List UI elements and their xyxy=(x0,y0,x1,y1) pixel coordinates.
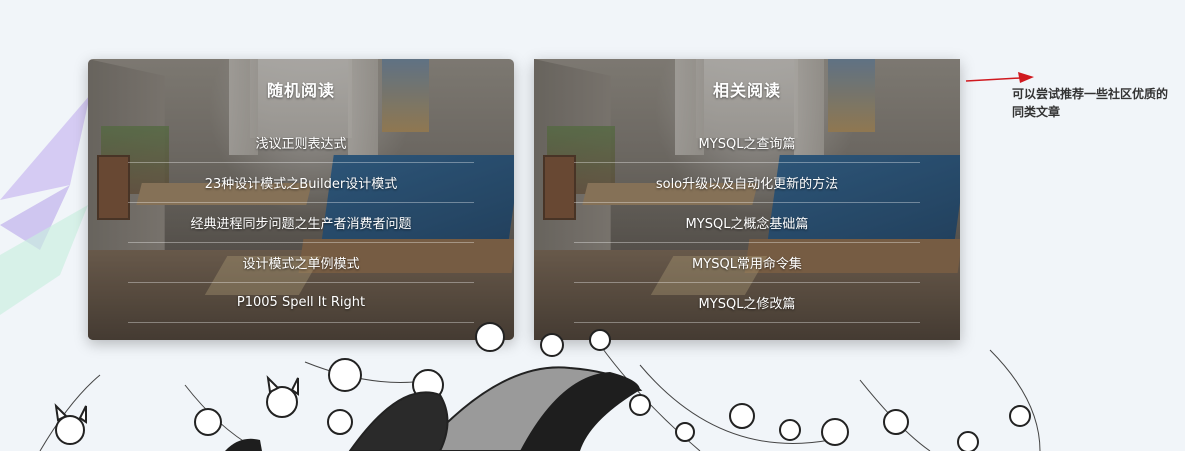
related-reading-link-3[interactable]: MYSQL之概念基础篇 xyxy=(574,203,920,243)
related-reading-list: MYSQL之查询篇 solo升级以及自动化更新的方法 MYSQL之概念基础篇 M… xyxy=(574,123,920,323)
random-reading-link-2[interactable]: 23种设计模式之Builder设计模式 xyxy=(128,163,474,203)
page: 随机阅读 浅议正则表达式 23种设计模式之Builder设计模式 经典进程同步问… xyxy=(0,0,1185,451)
random-reading-card: 随机阅读 浅议正则表达式 23种设计模式之Builder设计模式 经典进程同步问… xyxy=(88,59,514,340)
related-reading-card: 相关阅读 MYSQL之查询篇 solo升级以及自动化更新的方法 MYSQL之概念… xyxy=(534,59,960,340)
random-reading-link-4[interactable]: 设计模式之单例模式 xyxy=(128,243,474,283)
related-reading-link-4[interactable]: MYSQL常用命令集 xyxy=(574,243,920,283)
random-reading-link-3[interactable]: 经典进程同步问题之生产者消费者问题 xyxy=(128,203,474,243)
random-reading-link-1[interactable]: 浅议正则表达式 xyxy=(128,123,474,163)
related-reading-link-2[interactable]: solo升级以及自动化更新的方法 xyxy=(574,163,920,203)
random-reading-title: 随机阅读 xyxy=(266,81,335,100)
related-reading-link-1[interactable]: MYSQL之查询篇 xyxy=(574,123,920,163)
related-reading-title: 相关阅读 xyxy=(712,81,781,100)
decorative-cats-illustration xyxy=(39,322,1041,451)
random-reading-list: 浅议正则表达式 23种设计模式之Builder设计模式 经典进程同步问题之生产者… xyxy=(128,123,474,323)
annotation-note: 可以尝试推荐一些社区优质的同类文章 xyxy=(1012,87,1169,119)
